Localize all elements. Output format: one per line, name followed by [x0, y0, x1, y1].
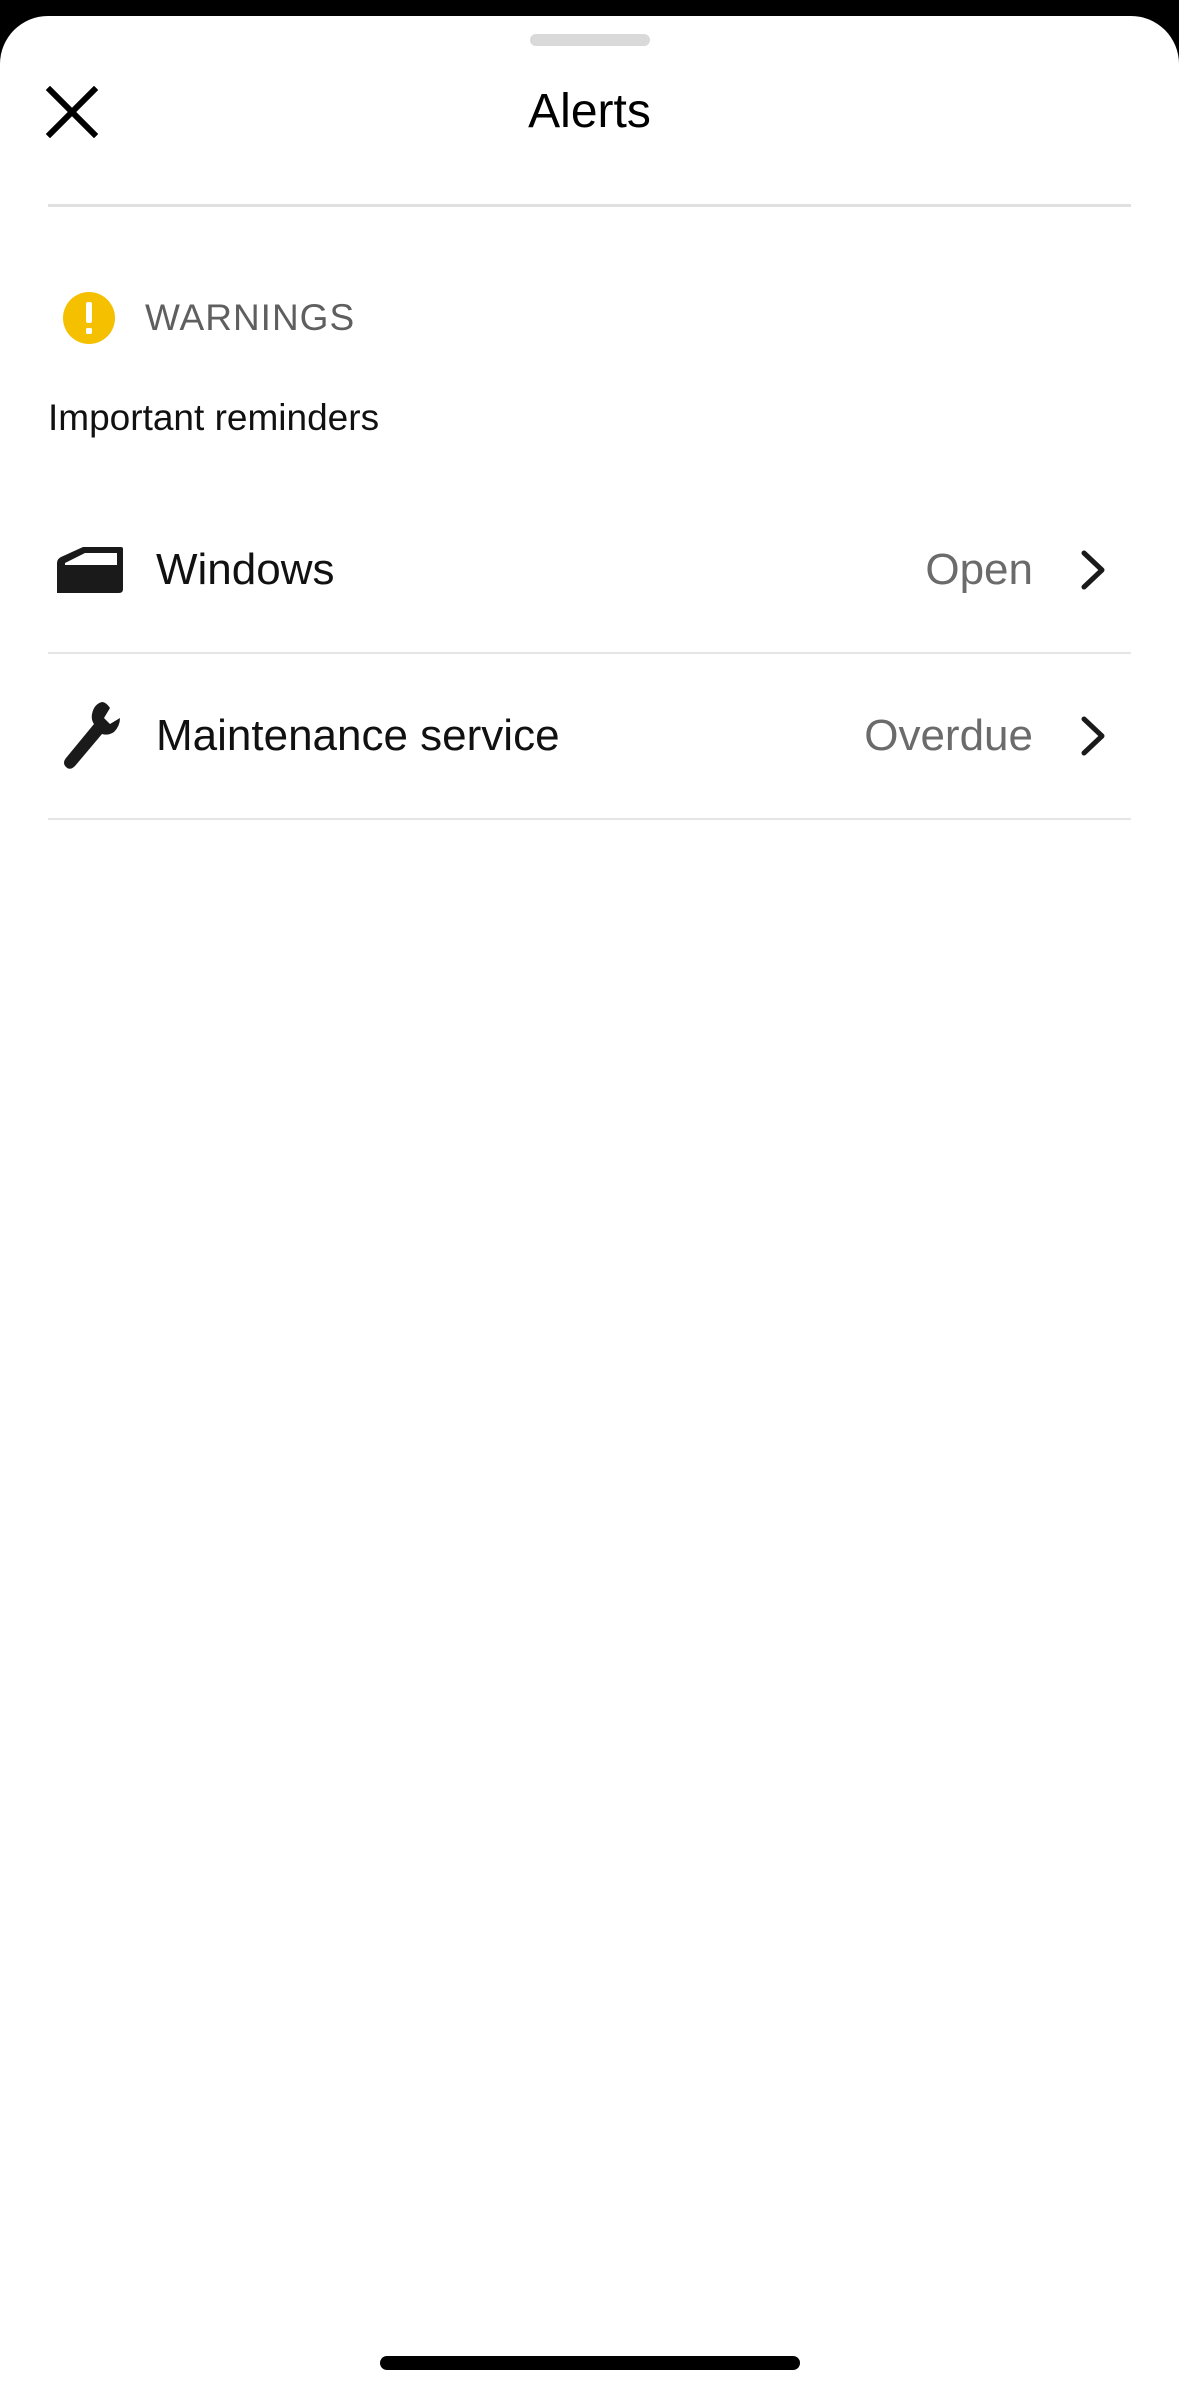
warnings-title: WARNINGS	[145, 297, 356, 338]
alert-row-status: Overdue	[864, 711, 1033, 760]
warnings-list: Windows Open Maintenance service Overdue	[48, 488, 1131, 820]
chevron-right-icon	[1073, 712, 1113, 760]
home-indicator	[380, 2356, 800, 2370]
alert-row-label: Windows	[156, 545, 335, 594]
warnings-section-header: WARNINGS	[48, 288, 355, 348]
page-title: Alerts	[528, 85, 651, 138]
exclamation-icon	[63, 292, 115, 344]
alert-row-label: Maintenance service	[156, 711, 560, 760]
alert-row-maintenance[interactable]: Maintenance service Overdue	[48, 654, 1131, 820]
header-divider	[48, 204, 1131, 207]
alert-row-windows[interactable]: Windows Open	[48, 488, 1131, 654]
warnings-subtitle: Important reminders	[48, 397, 380, 438]
wrench-icon	[54, 700, 126, 772]
chevron-right-icon	[1073, 546, 1113, 594]
header: Alerts	[0, 16, 1179, 207]
alert-row-status: Open	[925, 545, 1033, 594]
alerts-sheet: Alerts WARNINGS Important reminders Wind…	[0, 16, 1179, 2396]
car-window-icon	[54, 534, 126, 606]
